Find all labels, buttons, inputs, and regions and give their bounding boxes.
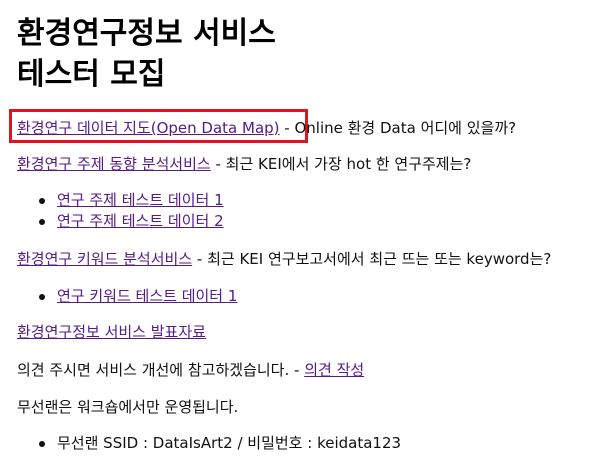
presentation-section: 환경연구정보 서비스 발표자료 (17, 322, 206, 342)
topic-test-data-2-link[interactable]: 연구 주제 테스트 데이터 2 (57, 212, 224, 230)
keyword-test-data-1-link[interactable]: 연구 키워드 테스트 데이터 1 (57, 287, 237, 305)
bullet-icon (39, 441, 45, 447)
keyword-data-list: 연구 키워드 테스트 데이터 1 (37, 286, 237, 307)
list-item: 연구 주제 테스트 데이터 1 (37, 190, 224, 211)
topic-description: - 최근 KEI에서 가장 hot 한 연구주제는? (210, 155, 472, 173)
bullet-icon (39, 294, 45, 300)
keyword-analysis-link[interactable]: 환경연구 키워드 분석서비스 (17, 250, 192, 268)
keyword-description: - 최근 KEI 연구보고서에서 최근 뜨는 또는 keyword는? (192, 250, 552, 268)
presentation-link[interactable]: 환경연구정보 서비스 발표자료 (17, 323, 206, 341)
page-title-line1: 환경연구정보 서비스 (17, 16, 276, 51)
topic-test-data-1-link[interactable]: 연구 주제 테스트 데이터 1 (57, 191, 224, 209)
page-title-line2: 테스터 모집 (17, 57, 166, 92)
feedback-text: 의견 주시면 서비스 개선에 참고하겠습니다. - (17, 361, 305, 379)
list-item: 연구 주제 테스트 데이터 2 (37, 211, 224, 232)
keyword-section: 환경연구 키워드 분석서비스 - 최근 KEI 연구보고서에서 최근 뜨는 또는… (17, 249, 551, 269)
list-item: 연구 키워드 테스트 데이터 1 (37, 286, 237, 307)
wifi-credentials: 무선랜 SSID : DataIsArt2 / 비밀번호 : keidata12… (57, 434, 402, 452)
wifi-notice: 무선랜은 워크숍에서만 운영됩니다. (17, 398, 239, 416)
bullet-icon (39, 219, 45, 225)
map-description: - Online 환경 Data 어디에 있을까? (279, 119, 517, 137)
list-item: 무선랜 SSID : DataIsArt2 / 비밀번호 : keidata12… (37, 433, 401, 454)
topic-analysis-link[interactable]: 환경연구 주제 동향 분석서비스 (17, 155, 211, 173)
open-data-map-link[interactable]: 환경연구 데이터 지도(Open Data Map) (17, 119, 280, 137)
feedback-section: 의견 주시면 서비스 개선에 참고하겠습니다. - 의견 작성 (17, 360, 364, 380)
write-feedback-link[interactable]: 의견 작성 (304, 361, 364, 379)
bullet-icon (39, 198, 45, 204)
topic-data-list: 연구 주제 테스트 데이터 1 연구 주제 테스트 데이터 2 (37, 190, 224, 232)
wifi-info-list: 무선랜 SSID : DataIsArt2 / 비밀번호 : keidata12… (37, 433, 401, 454)
topic-section: 환경연구 주제 동향 분석서비스 - 최근 KEI에서 가장 hot 한 연구주… (17, 154, 471, 174)
map-section: 환경연구 데이터 지도(Open Data Map) - Online 환경 D… (17, 118, 516, 138)
